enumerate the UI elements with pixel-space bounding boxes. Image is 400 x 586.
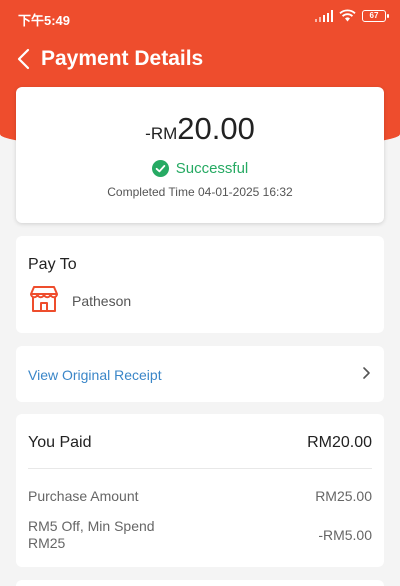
wifi-icon	[339, 9, 356, 22]
top-nav: Payment Details	[0, 40, 400, 76]
check-circle-icon	[151, 160, 169, 177]
purchase-amount-label: Purchase Amount	[28, 488, 139, 504]
status-bar: 下午5:49 67	[0, 0, 400, 34]
pay-to-label: Pay To	[28, 256, 77, 273]
you-paid-label: You Paid	[28, 434, 92, 451]
shop-icon	[30, 286, 58, 312]
chevron-right-icon	[363, 367, 370, 379]
amount-value: 20.00	[177, 111, 255, 146]
payment-amount: -RM 20.00	[16, 111, 384, 147]
merchant-name: Patheson	[72, 293, 132, 309]
status-time: 下午5:49	[18, 13, 71, 28]
amount-prefix: -RM	[145, 124, 178, 143]
you-paid-card: You Paid RM20.00 Purchase Amount RM25.00…	[16, 414, 384, 567]
divider	[28, 468, 372, 469]
purchase-amount-value: RM25.00	[315, 488, 372, 504]
battery-icon: 67	[362, 9, 389, 22]
payment-summary-card: -RM 20.00 Successful Completed Time 04-0…	[16, 87, 384, 223]
next-card	[16, 580, 384, 586]
view-receipt-link[interactable]: View Original Receipt	[28, 367, 162, 383]
you-paid-value: RM20.00	[307, 434, 372, 451]
discount-label: RM5 Off, Min Spend RM25	[28, 518, 155, 551]
view-receipt-row[interactable]: View Original Receipt	[16, 346, 384, 402]
signal-icon	[314, 9, 333, 22]
payment-status: Successful	[16, 160, 384, 177]
status-icons: 67	[314, 9, 389, 22]
chevron-left-icon[interactable]	[12, 46, 38, 72]
pay-to-card: Pay To Patheson	[16, 236, 384, 333]
status-text: Successful	[175, 160, 249, 177]
completed-time: Completed Time 04-01-2025 16:32	[107, 185, 293, 199]
discount-value: -RM5.00	[318, 527, 372, 543]
page-title: Payment Details	[41, 47, 204, 70]
